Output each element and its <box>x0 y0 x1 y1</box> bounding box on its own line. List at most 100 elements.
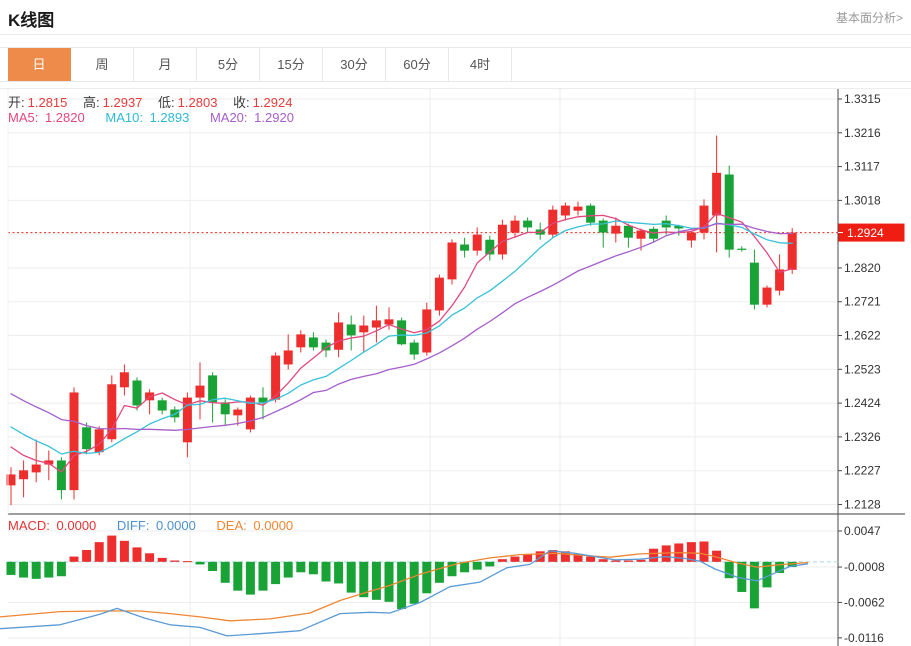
candle-down[interactable] <box>170 410 179 418</box>
candle-up[interactable] <box>448 242 457 279</box>
macd-bar-negative <box>57 562 66 576</box>
macd-bar-negative <box>259 562 268 591</box>
candle-down[interactable] <box>397 320 406 344</box>
macd-tick-label: -0.0008 <box>844 560 885 574</box>
candle-up[interactable] <box>687 233 696 241</box>
macd-bar-positive <box>511 557 520 562</box>
kline-chart-area[interactable]: 1.33151.32161.31171.30181.28201.27211.26… <box>0 88 911 646</box>
macd-bar-negative <box>473 562 482 570</box>
candle-up[interactable] <box>284 350 293 364</box>
candle-down[interactable] <box>347 324 356 335</box>
macd-bar-positive <box>637 560 646 562</box>
macd-bar-positive <box>107 536 116 562</box>
macd-bar-negative <box>221 562 230 583</box>
macd-bar-positive <box>523 554 532 562</box>
candle-down[interactable] <box>221 402 230 414</box>
candle-up[interactable] <box>70 392 79 490</box>
candle-down[interactable] <box>460 245 469 251</box>
candle-up[interactable] <box>473 235 482 251</box>
page-title: K线图 <box>8 4 54 31</box>
price-tick-label: 1.2820 <box>844 261 881 275</box>
macd-bar-negative <box>435 562 444 583</box>
candle-up[interactable] <box>120 372 129 387</box>
price-tick-label: 1.2424 <box>844 396 881 410</box>
candle-up[interactable] <box>359 325 368 332</box>
candle-up[interactable] <box>498 225 507 255</box>
macd-bar-negative <box>271 562 280 584</box>
candle-down[interactable] <box>158 400 167 410</box>
candle-up[interactable] <box>372 320 381 327</box>
candle-up[interactable] <box>334 322 343 349</box>
macd-bar-positive <box>120 541 129 562</box>
macd-tick-label: -0.0116 <box>844 631 884 645</box>
candle-up[interactable] <box>19 470 28 479</box>
macd-bar-positive <box>95 542 104 562</box>
price-tick-label: 1.2622 <box>844 329 881 343</box>
candle-up[interactable] <box>435 278 444 311</box>
price-tick-label: 1.3216 <box>844 126 881 140</box>
candle-up[interactable] <box>107 384 116 439</box>
macd-bar-negative <box>422 562 431 593</box>
candle-down[interactable] <box>737 249 746 250</box>
candle-down[interactable] <box>599 221 608 233</box>
candle-down[interactable] <box>82 427 91 449</box>
macd-bar-negative <box>32 562 41 579</box>
macd-bar-positive <box>586 557 595 562</box>
macd-bar-negative <box>334 562 343 584</box>
candle-up[interactable] <box>788 233 797 270</box>
price-tick-label: 1.2721 <box>844 295 881 309</box>
macd-bar-negative <box>347 562 356 593</box>
macd-bar-negative <box>372 562 381 600</box>
tab-4hour[interactable]: 4时 <box>449 48 512 81</box>
kline-chart-svg: 1.33151.32161.31171.30181.28201.27211.26… <box>0 89 911 646</box>
tab-day[interactable]: 日 <box>8 48 71 81</box>
macd-bar-positive <box>700 541 709 561</box>
macd-bar-positive <box>611 561 620 562</box>
candle-up[interactable] <box>637 231 646 239</box>
page-header: K线图 基本面分析> <box>0 0 911 35</box>
candle-down[interactable] <box>586 206 595 223</box>
candle-down[interactable] <box>624 226 633 238</box>
fundamental-analysis-link[interactable]: 基本面分析> <box>836 9 903 26</box>
macd-bar-negative <box>485 562 494 567</box>
tab-60min[interactable]: 60分 <box>386 48 449 81</box>
tab-5min[interactable]: 5分 <box>197 48 260 81</box>
price-tick-label: 1.2326 <box>844 430 881 444</box>
macd-bar-positive <box>158 558 167 562</box>
candle-down[interactable] <box>309 337 318 347</box>
candle-up[interactable] <box>511 221 520 233</box>
candle-down[interactable] <box>649 229 658 239</box>
macd-bar-positive <box>133 547 142 561</box>
candle-down[interactable] <box>410 343 419 355</box>
macd-bar-positive <box>82 550 91 562</box>
macd-bar-positive <box>170 561 179 562</box>
candle-down[interactable] <box>208 375 217 402</box>
tab-15min[interactable]: 15分 <box>260 48 323 81</box>
tab-week[interactable]: 周 <box>71 48 134 81</box>
macd-bar-positive <box>498 559 507 562</box>
candle-down[interactable] <box>523 221 532 228</box>
macd-bar-positive <box>624 561 633 562</box>
candle-up[interactable] <box>196 386 205 398</box>
candle-down[interactable] <box>750 263 759 305</box>
candle-up[interactable] <box>763 288 772 305</box>
candle-down[interactable] <box>133 380 142 405</box>
candle-down[interactable] <box>57 460 66 490</box>
macd-bar-negative <box>246 562 255 595</box>
macd-bar-negative <box>7 562 16 575</box>
tab-30min[interactable]: 30分 <box>323 48 386 81</box>
price-tick-label: 1.2227 <box>844 464 881 478</box>
tab-month[interactable]: 月 <box>134 48 197 81</box>
candle-up[interactable] <box>233 410 242 416</box>
candle-up[interactable] <box>611 226 620 234</box>
macd-bar-negative <box>322 562 331 582</box>
macd-bar-negative <box>196 562 205 565</box>
candle-up[interactable] <box>574 207 583 211</box>
macd-bar-negative <box>750 562 759 609</box>
candle-down[interactable] <box>725 174 734 249</box>
candle-up[interactable] <box>32 465 41 473</box>
candle-up[interactable] <box>561 206 570 216</box>
candle-up[interactable] <box>296 334 305 347</box>
candle-up[interactable] <box>385 319 394 324</box>
candle-up[interactable] <box>712 173 721 216</box>
